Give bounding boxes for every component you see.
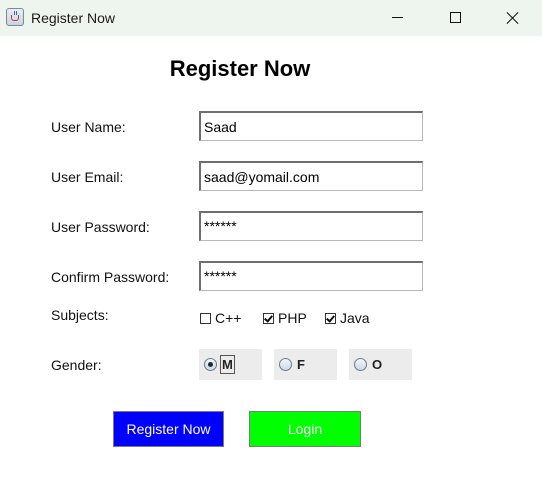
checkbox-java-label: Java (340, 310, 370, 326)
login-button[interactable]: Login (249, 411, 361, 447)
email-label: User Email: (51, 169, 124, 185)
radio-m-label: M (220, 355, 235, 374)
maximize-icon (450, 12, 461, 23)
gender-label: Gender: (51, 357, 102, 373)
java-cup-icon (6, 8, 24, 26)
radio-o-label: O (372, 357, 383, 372)
password-input[interactable] (199, 211, 423, 241)
subject-checkbox-cpp[interactable]: C++ (200, 310, 241, 326)
close-button[interactable] (490, 0, 536, 36)
checkbox-java[interactable] (325, 312, 336, 324)
title-bar[interactable]: Register Now (0, 0, 542, 36)
subjects-label: Subjects: (51, 307, 109, 323)
radio-f[interactable] (279, 358, 292, 371)
minimize-button[interactable] (374, 0, 420, 36)
gender-radio-m[interactable]: M (199, 349, 262, 380)
maximize-button[interactable] (432, 0, 478, 36)
subject-checkbox-php[interactable]: PHP (263, 310, 307, 326)
confirm-password-input[interactable] (199, 261, 423, 291)
gender-radio-o[interactable]: O (349, 349, 412, 380)
email-input[interactable] (199, 161, 423, 191)
checkbox-cpp-label: C++ (215, 310, 242, 326)
password-label: User Password: (51, 219, 150, 235)
radio-f-label: F (297, 357, 305, 372)
confirm-password-label: Confirm Password: (51, 269, 170, 285)
minimize-icon (392, 17, 403, 18)
form-heading: Register Now (169, 56, 311, 81)
subject-checkbox-java[interactable]: Java (325, 310, 370, 326)
checkbox-php-label: PHP (278, 310, 307, 326)
radio-o[interactable] (354, 358, 367, 371)
username-label: User Name: (51, 119, 126, 135)
username-input[interactable] (199, 111, 423, 141)
close-icon (506, 11, 520, 25)
gender-radio-f[interactable]: F (274, 349, 337, 380)
register-now-button[interactable]: Register Now (113, 411, 224, 447)
radio-m[interactable] (204, 358, 217, 371)
checkbox-php[interactable] (263, 312, 274, 324)
window-title: Register Now (31, 10, 116, 26)
checkbox-cpp[interactable] (200, 312, 211, 324)
